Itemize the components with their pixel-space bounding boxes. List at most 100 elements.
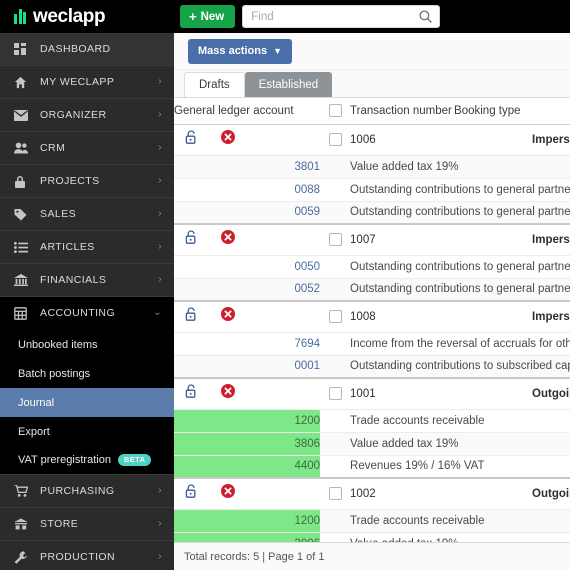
sidebar-item-dashboard[interactable]: DASHBOARD — [0, 33, 174, 66]
ledger-account-cell[interactable]: 1200 — [174, 408, 321, 432]
line-spacer-cell — [320, 200, 351, 224]
table-line-row[interactable]: 4400 Revenues 19% / 16% VAT — [174, 454, 570, 478]
row-checkbox[interactable] — [328, 233, 342, 247]
ledger-account-cell[interactable]: 1200 — [174, 508, 321, 532]
table-line-row[interactable]: 3806 Value added tax 19% — [174, 531, 570, 542]
select-all-checkbox[interactable] — [328, 104, 342, 118]
row-checkbox[interactable] — [328, 387, 342, 401]
wrench-icon — [14, 550, 31, 564]
table-line-row[interactable]: 1200 Trade accounts receivable — [174, 408, 570, 432]
row-checkbox[interactable] — [328, 310, 342, 324]
account-description-cell: Outstanding contributions to general par… — [350, 254, 570, 278]
column-header-transaction-number[interactable]: Transaction number — [350, 98, 455, 125]
error-icon[interactable] — [221, 130, 235, 148]
row-lock-cell[interactable] — [174, 377, 208, 409]
sidebar-item-vat-preregistration[interactable]: VAT preregistration BETA — [0, 446, 174, 475]
table-group-row[interactable]: 1007Impersonal account booking — [174, 223, 570, 255]
ledger-account-cell[interactable]: 0059 — [174, 200, 321, 224]
row-lock-cell[interactable] — [174, 124, 208, 155]
error-icon[interactable] — [221, 230, 235, 248]
table-line-row[interactable]: 3801 Value added tax 19% — [174, 154, 570, 178]
sidebar-item-sales[interactable]: SALES › — [0, 198, 174, 231]
sidebar-item-production[interactable]: PRODUCTION › — [0, 541, 174, 570]
sidebar-item-export[interactable]: Export — [0, 417, 174, 446]
sidebar-item-crm[interactable]: CRM › — [0, 132, 174, 165]
sidebar-item-organizer[interactable]: ORGANIZER › — [0, 99, 174, 132]
ledger-account-cell[interactable]: 7694 — [174, 331, 321, 355]
row-select-cell[interactable] — [320, 124, 351, 155]
select-all-header[interactable] — [320, 98, 351, 125]
table-line-row[interactable]: 0052 Outstanding contributions to general… — [174, 277, 570, 301]
ledger-account-cell[interactable]: 3806 — [174, 531, 321, 542]
sidebar-item-projects[interactable]: PROJECTS › — [0, 165, 174, 198]
row-status-cell[interactable] — [208, 377, 248, 409]
sidebar-item-batch-postings[interactable]: Batch postings — [0, 359, 174, 388]
table-line-row[interactable]: 7694 Income from the reversal of accruals… — [174, 331, 570, 355]
row-checkbox[interactable] — [328, 133, 342, 146]
ledger-account-cell[interactable]: 3806 — [174, 431, 321, 455]
row-select-cell[interactable] — [320, 377, 351, 409]
row-select-cell[interactable] — [320, 223, 351, 255]
sidebar-item-articles[interactable]: ARTICLES › — [0, 231, 174, 264]
tab-drafts[interactable]: Drafts — [184, 72, 245, 97]
table-line-row[interactable]: 0088 Outstanding contributions to general… — [174, 177, 570, 201]
row-lock-cell[interactable] — [174, 300, 208, 332]
sidebar-item-label: STORE — [40, 518, 79, 530]
unlocked-padlock-icon[interactable] — [185, 230, 198, 248]
chevron-down-icon: ⌄ — [153, 307, 162, 318]
sidebar-item-unbooked-items[interactable]: Unbooked items — [0, 330, 174, 359]
table-line-row[interactable]: 0059 Outstanding contributions to general… — [174, 200, 570, 224]
table-group-row[interactable]: 1006Impersonal account booking — [174, 124, 570, 155]
unlocked-padlock-icon[interactable] — [185, 130, 198, 148]
transaction-number-cell: 1001 — [350, 377, 455, 409]
row-lock-cell[interactable] — [174, 223, 208, 255]
row-lock-cell[interactable] — [174, 477, 208, 509]
table-line-row[interactable]: 3806 Value added tax 19% — [174, 431, 570, 455]
unlocked-padlock-icon[interactable] — [185, 384, 198, 402]
sidebar-item-store[interactable]: STORE › — [0, 508, 174, 541]
search-icon[interactable] — [419, 10, 433, 28]
ledger-account-cell[interactable]: 4400 — [174, 454, 321, 478]
row-status-cell[interactable] — [208, 124, 248, 155]
row-status-cell[interactable] — [208, 300, 248, 332]
column-header-booking-type[interactable]: Booking type — [454, 98, 570, 125]
error-icon[interactable] — [221, 307, 235, 325]
sidebar-item-accounting[interactable]: ACCOUNTING ⌄ — [0, 297, 174, 330]
ledger-account-cell[interactable]: 0088 — [174, 177, 321, 201]
search-input[interactable] — [243, 6, 440, 27]
search-box[interactable] — [242, 5, 441, 28]
ledger-account-cell[interactable]: 0001 — [174, 354, 321, 378]
row-account-spacer — [248, 477, 321, 509]
row-checkbox[interactable] — [328, 487, 342, 501]
unlocked-padlock-icon[interactable] — [185, 484, 198, 502]
table-line-row[interactable]: 0050 Outstanding contributions to general… — [174, 254, 570, 278]
sidebar-item-purchasing[interactable]: PURCHASING › — [0, 475, 174, 508]
ledger-account-cell[interactable]: 0050 — [174, 254, 321, 278]
sidebar: weclapp DASHBOARD MY WECLAPP › ORGANIZER… — [0, 0, 174, 570]
table-line-row[interactable]: 0001 Outstanding contributions to subscri… — [174, 354, 570, 378]
tab-established[interactable]: Established — [244, 72, 333, 97]
error-icon[interactable] — [221, 484, 235, 502]
app-root: weclapp DASHBOARD MY WECLAPP › ORGANIZER… — [0, 0, 570, 570]
sidebar-item-my-weclapp[interactable]: MY WECLAPP › — [0, 66, 174, 99]
mass-actions-button[interactable]: Mass actions ▼ — [188, 38, 293, 64]
sidebar-item-journal[interactable]: Journal — [0, 388, 174, 417]
row-status-cell[interactable] — [208, 223, 248, 255]
sidebar-item-financials[interactable]: FINANCIALS › — [0, 264, 174, 297]
error-icon[interactable] — [221, 384, 235, 402]
ledger-account-cell[interactable]: 3801 — [174, 154, 321, 178]
table-group-row[interactable]: 1001Outgoing invoice — [174, 377, 570, 409]
table-line-row[interactable]: 1200 Trade accounts receivable — [174, 508, 570, 532]
row-select-cell[interactable] — [320, 477, 351, 509]
cart-icon — [14, 485, 31, 497]
row-status-cell[interactable] — [208, 477, 248, 509]
new-button[interactable]: + New — [180, 5, 236, 28]
unlocked-padlock-icon[interactable] — [185, 307, 198, 325]
column-header-general-ledger-account[interactable]: General ledger account — [174, 98, 321, 125]
table-group-row[interactable]: 1008Impersonal account booking — [174, 300, 570, 332]
table-group-row[interactable]: 1002Outgoing invoice — [174, 477, 570, 509]
brand-logo[interactable]: weclapp — [0, 0, 174, 33]
ledger-account-cell[interactable]: 0052 — [174, 277, 321, 301]
row-select-cell[interactable] — [320, 300, 351, 332]
booking-type-cell: Outgoing invoice — [454, 477, 570, 509]
